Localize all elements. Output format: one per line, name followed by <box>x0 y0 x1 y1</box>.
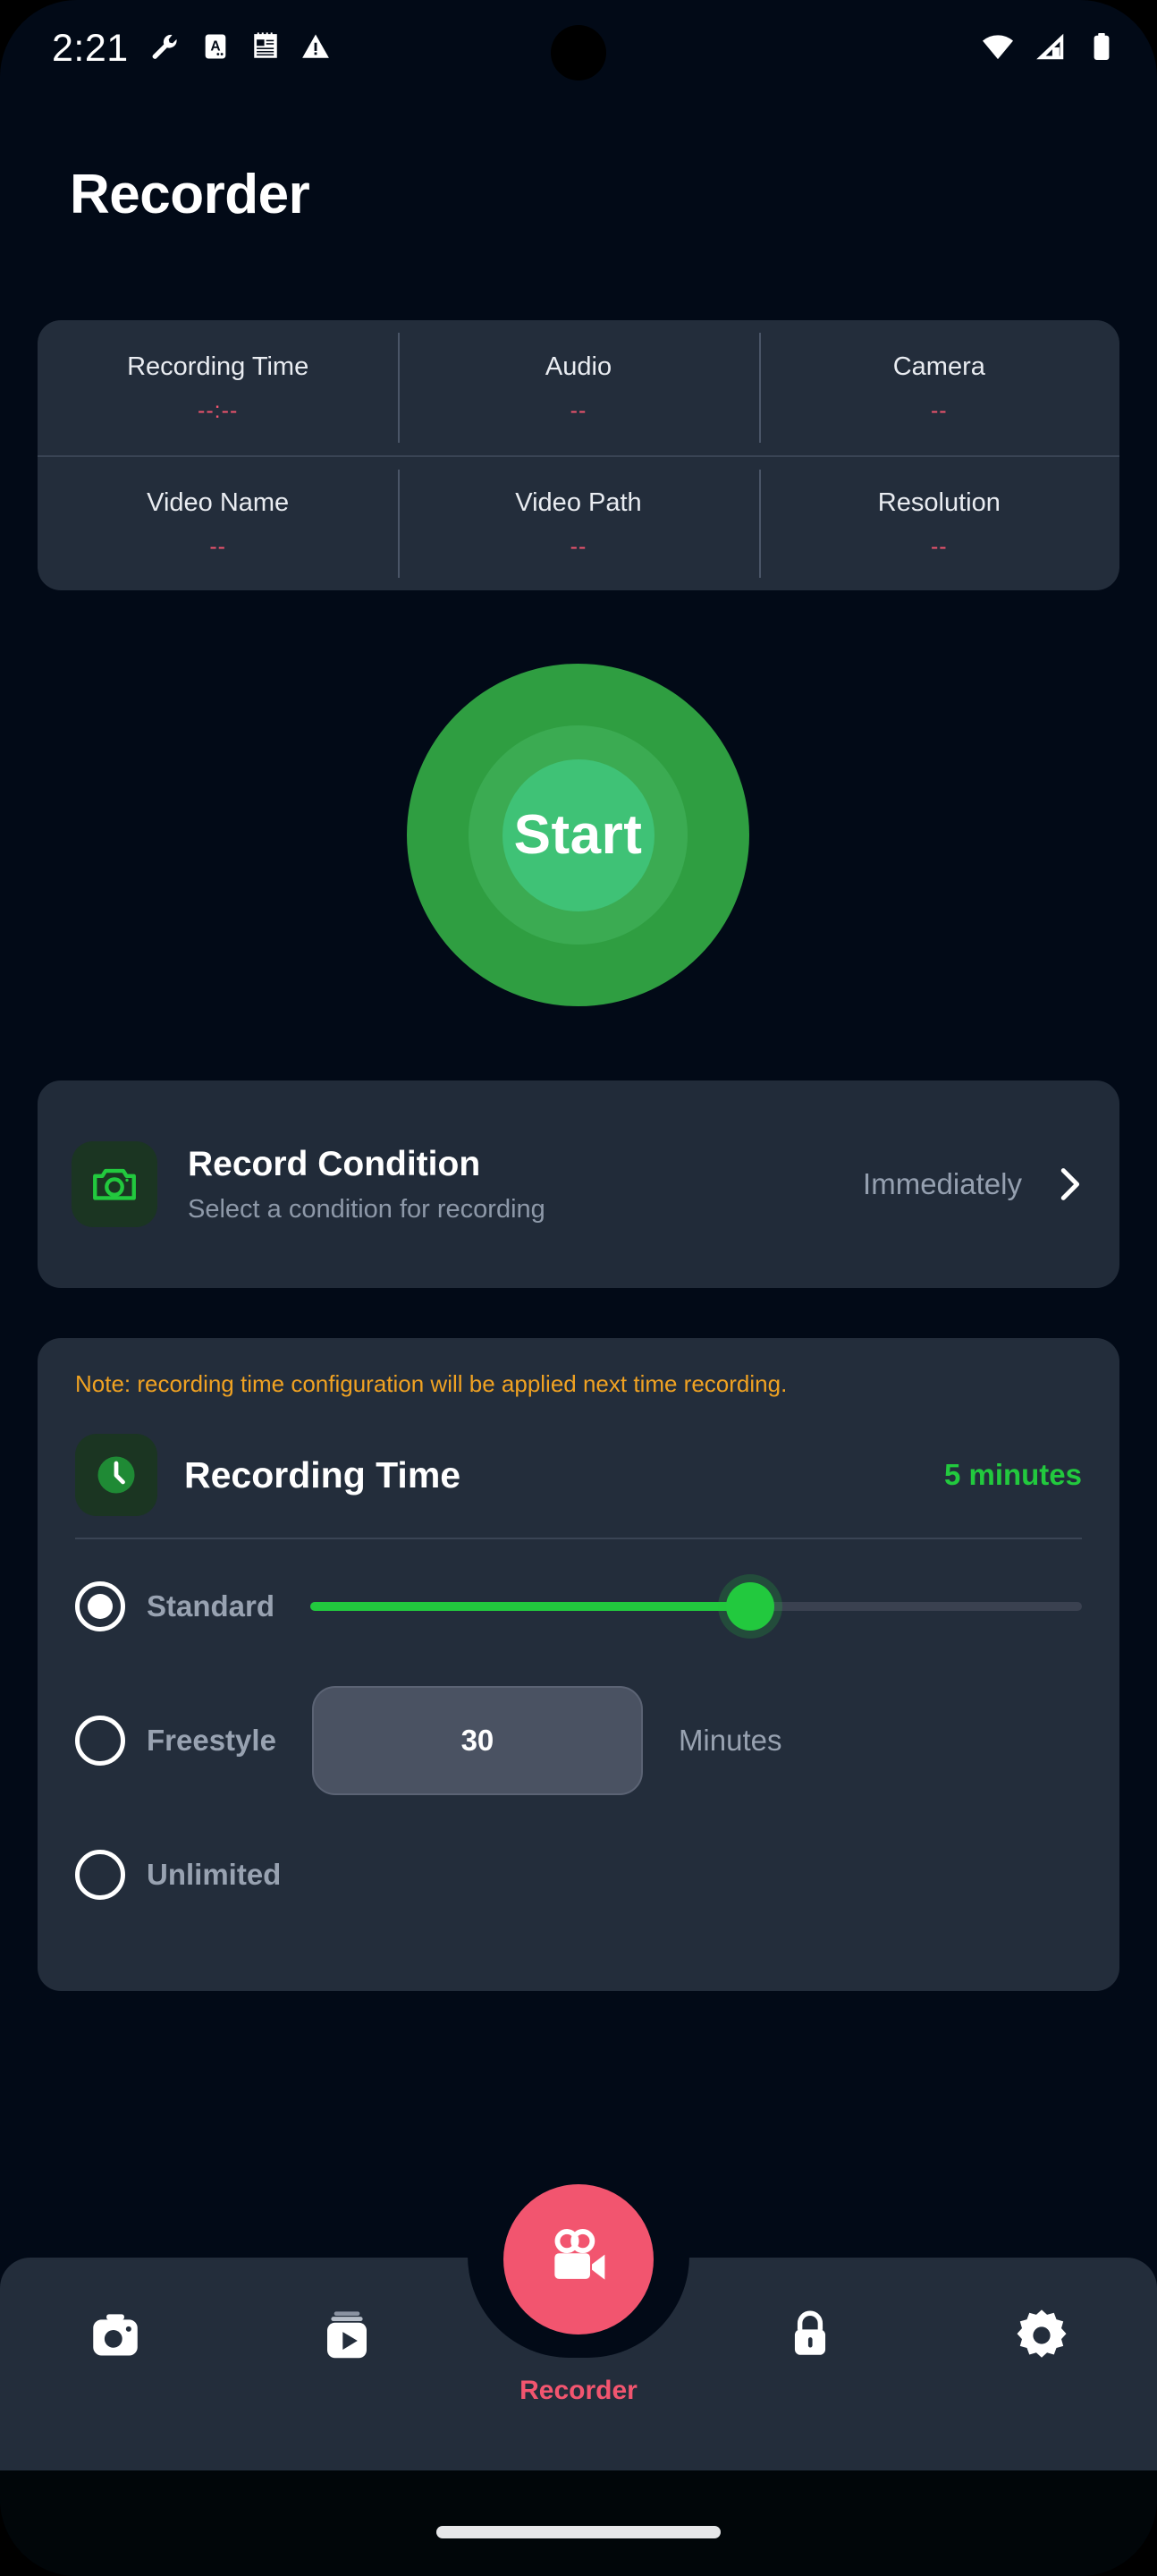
clock-icon <box>75 1434 157 1516</box>
assistant-badge-icon: A <box>200 31 231 66</box>
info-cell-camera: Camera -- <box>758 320 1119 455</box>
bottom-strip <box>0 2470 1157 2576</box>
recording-time-card: Note: recording time configuration will … <box>38 1338 1119 1991</box>
recording-time-slider[interactable] <box>310 1581 1082 1631</box>
warning-icon <box>300 31 331 66</box>
freestyle-minutes-input[interactable] <box>311 1686 643 1795</box>
info-row: Recording Time --:-- Audio -- Camera -- <box>38 320 1119 455</box>
info-value: -- <box>930 397 948 423</box>
status-bar-left: 2:21 A <box>52 26 980 70</box>
gesture-home-indicator[interactable] <box>436 2526 721 2538</box>
status-bar-right <box>980 29 1118 69</box>
page-title: Recorder <box>70 164 310 225</box>
option-row-freestyle[interactable]: Freestyle Minutes <box>75 1674 1082 1808</box>
chevron-right-icon[interactable] <box>1048 1164 1089 1205</box>
nav-item-gallery[interactable] <box>232 2258 463 2470</box>
option-row-unlimited[interactable]: Unlimited <box>75 1808 1082 1942</box>
recording-info-card: Recording Time --:-- Audio -- Camera -- … <box>38 320 1119 590</box>
video-play-icon <box>317 2306 376 2369</box>
gear-icon <box>1012 2306 1071 2369</box>
record-condition-texts: Record Condition Select a condition for … <box>188 1145 849 1224</box>
record-condition-subtitle: Select a condition for recording <box>188 1194 545 1224</box>
cellular-signal-icon <box>1034 30 1068 68</box>
recorder-fab-button[interactable] <box>503 2184 654 2334</box>
option-label-standard: Standard <box>147 1589 275 1623</box>
radio-standard[interactable] <box>75 1581 125 1631</box>
wrench-icon <box>148 30 181 67</box>
radio-freestyle[interactable] <box>75 1716 125 1766</box>
info-value: -- <box>570 533 587 559</box>
nav-item-settings[interactable] <box>925 2258 1157 2470</box>
info-label: Video Path <box>515 487 642 517</box>
slider-thumb[interactable] <box>725 1582 774 1631</box>
info-label: Camera <box>892 352 985 381</box>
record-condition-row[interactable]: Record Condition Select a condition for … <box>38 1080 1119 1288</box>
info-cell-video-path: Video Path -- <box>398 457 758 590</box>
info-cell-resolution: Resolution -- <box>758 457 1119 590</box>
phone-screen: 2:21 A Recorder Recording Time --:-- Aud… <box>0 0 1157 2576</box>
recording-time-title: Recording Time <box>184 1453 461 1496</box>
svg-text:A: A <box>210 38 220 54</box>
start-recording-button[interactable]: Start <box>407 664 749 1006</box>
camera-icon <box>72 1141 157 1227</box>
camera-icon <box>86 2306 145 2369</box>
info-label: Recording Time <box>127 352 309 381</box>
info-cell-video-name: Video Name -- <box>38 457 398 590</box>
battery-icon <box>1085 30 1118 67</box>
nav-item-camera[interactable] <box>0 2258 232 2470</box>
info-value: -- <box>209 533 226 559</box>
record-condition-title: Record Condition <box>188 1144 481 1183</box>
notes-icon <box>250 31 281 66</box>
info-row: Video Name -- Video Path -- Resolution -… <box>38 455 1119 590</box>
info-label: Audio <box>545 352 612 381</box>
info-label: Video Name <box>147 487 290 517</box>
camera-cutout <box>551 25 606 80</box>
recording-time-header: Recording Time 5 minutes <box>75 1432 1082 1518</box>
info-cell-recording-time: Recording Time --:-- <box>38 320 398 455</box>
info-value: -- <box>930 533 948 559</box>
video-camera-icon <box>542 2221 615 2299</box>
recording-time-value: 5 minutes <box>943 1458 1082 1491</box>
info-cell-audio: Audio -- <box>398 320 758 455</box>
slider-fill <box>310 1602 750 1611</box>
option-label-unlimited: Unlimited <box>147 1858 282 1891</box>
start-button-label: Start <box>513 804 643 866</box>
info-value: --:-- <box>198 397 239 423</box>
option-label-freestyle: Freestyle <box>147 1724 276 1757</box>
info-label: Resolution <box>877 487 1001 517</box>
info-value: -- <box>570 397 587 423</box>
option-row-standard[interactable]: Standard <box>75 1539 1082 1674</box>
radio-unlimited[interactable] <box>75 1850 125 1900</box>
recording-time-note: Note: recording time configuration will … <box>75 1370 788 1397</box>
status-clock: 2:21 <box>52 26 129 70</box>
nav-item-lock[interactable] <box>694 2258 925 2470</box>
lock-icon <box>782 2306 838 2366</box>
record-condition-value: Immediately <box>863 1167 1022 1201</box>
wifi-icon <box>980 29 1016 69</box>
freestyle-unit-label: Minutes <box>678 1724 782 1757</box>
recorder-fab-label: Recorder <box>519 2376 638 2405</box>
